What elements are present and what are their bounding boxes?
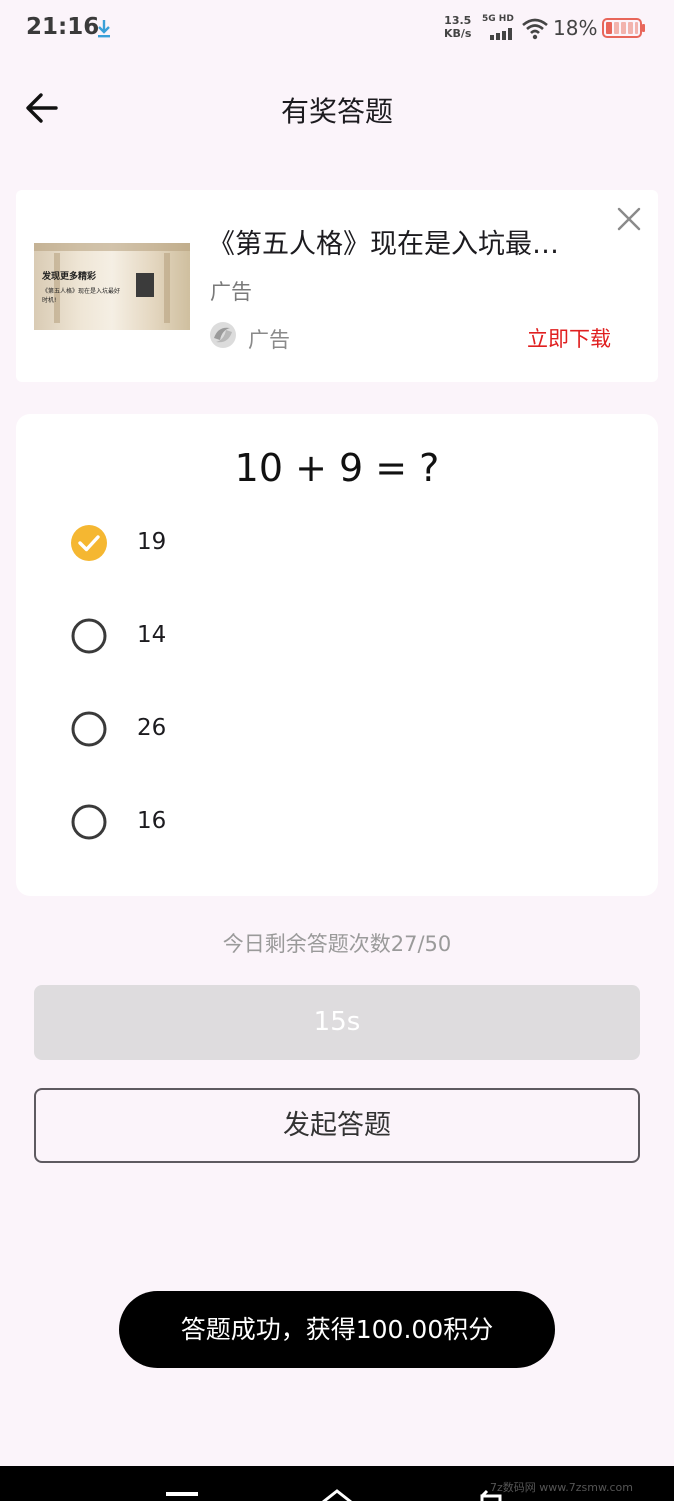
download-arrow-icon <box>98 20 110 38</box>
option-label: 19 <box>137 529 167 555</box>
ad-thumbnail[interactable]: 发现更多精彩 《第五人格》现在是入坑最好时机! <box>34 243 190 330</box>
thumb-headline: 发现更多精彩 <box>42 272 97 282</box>
ad-network-logo-icon <box>210 322 236 348</box>
battery-percent: 18% <box>553 16 598 40</box>
answer-option[interactable]: 14 <box>70 608 590 664</box>
menu-icon[interactable] <box>166 1492 198 1496</box>
battery-icon <box>602 18 645 38</box>
answer-option[interactable]: 26 <box>70 701 590 757</box>
question-text: 10 + 9 = ? <box>234 446 440 490</box>
ad-title[interactable]: 《第五人格》现在是入坑最… <box>208 222 600 261</box>
ad-label: 广告 <box>248 328 290 352</box>
app-bar: 有奖答题 <box>0 70 674 146</box>
status-bar: 21:16 13.5 KB/s 5G HD 18% <box>0 0 674 60</box>
ad-subtitle: 广告 <box>210 280 252 304</box>
ad-card[interactable]: 发现更多精彩 《第五人格》现在是入坑最好时机! 《第五人格》现在是入坑最… 广告… <box>16 190 658 382</box>
net-speed-value: 13.5 <box>444 14 472 27</box>
thumb-caption: 《第五人格》现在是入坑最好时机! <box>42 288 121 304</box>
watermark-text: 7z数码网 www.7zsmw.com <box>490 1481 633 1494</box>
close-icon[interactable] <box>614 204 644 234</box>
cell-signal-icon: 5G HD <box>482 14 516 42</box>
checked-radio-icon[interactable] <box>70 524 108 562</box>
option-label: 14 <box>137 622 167 648</box>
net-speed-unit: KB/s <box>444 27 472 40</box>
wifi-icon <box>522 18 548 40</box>
net-speed: 13.5 KB/s <box>444 14 471 40</box>
thumb-doorway <box>136 273 154 297</box>
answer-option[interactable]: 16 <box>70 794 590 850</box>
quiz-card: 10 + 9 = ? 19 14 26 16 <box>16 414 658 896</box>
radio-unchecked-icon[interactable] <box>70 617 108 655</box>
option-label: 16 <box>137 808 167 834</box>
radio-unchecked-icon[interactable] <box>70 710 108 748</box>
page-title: 有奖答题 <box>280 95 393 128</box>
system-nav-bar: 7z数码网 www.7zsmw.com <box>0 1466 674 1501</box>
status-time: 21:16 <box>26 14 100 40</box>
start-quiz-button[interactable]: 发起答题 <box>34 1088 640 1163</box>
remaining-attempts: 今日剩余答题次数27/50 <box>222 932 452 956</box>
option-label: 26 <box>137 715 167 741</box>
ad-download-button[interactable]: 立即下载 <box>527 323 611 353</box>
home-icon[interactable] <box>320 1488 354 1501</box>
network-label: 5G HD <box>482 14 514 24</box>
radio-unchecked-icon[interactable] <box>70 803 108 841</box>
signal-bars-icon <box>490 28 512 40</box>
answer-option[interactable]: 19 <box>70 515 590 571</box>
toast-message: 答题成功，获得100.00积分 <box>119 1291 555 1368</box>
countdown-button: 15s <box>34 985 640 1060</box>
